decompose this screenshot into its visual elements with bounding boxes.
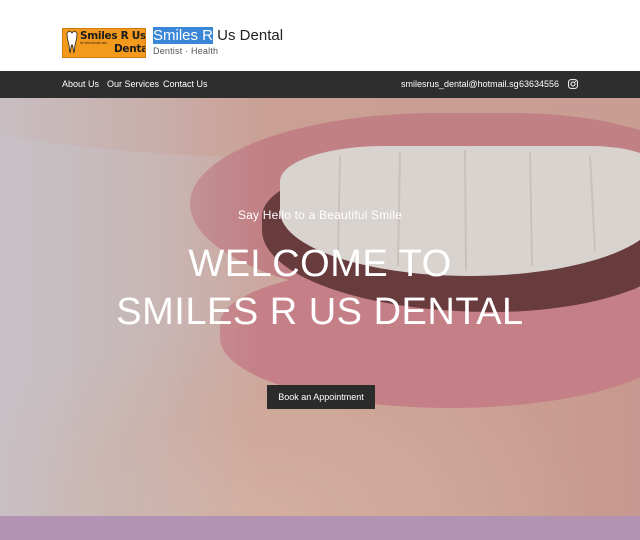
nav-item-about-us[interactable]: About Us (62, 79, 99, 89)
site-tagline: Dentist · Health (153, 46, 219, 56)
hero-title-line-2: SMILES R US DENTAL (116, 291, 524, 333)
logo-text-small: for total dental care (80, 41, 108, 45)
site-title-rest: Us Dental (213, 27, 284, 44)
nav-item-contact-us[interactable]: Contact Us (163, 79, 208, 89)
nav-email-link[interactable]: smilesrus_dental@hotmail.sg (401, 79, 519, 89)
nav-item-our-services[interactable]: Our Services (107, 79, 159, 89)
book-appointment-button[interactable]: Book an Appointment (267, 385, 375, 409)
tooth-icon (66, 31, 78, 54)
nav-bar: About Us Our Services Contact Us smilesr… (0, 71, 640, 98)
hero-title-line-1: WELCOME TO (188, 243, 452, 285)
nav-phone-link[interactable]: 63634556 (519, 79, 559, 89)
hero-title: WELCOME TO SMILES R US DENTAL (0, 240, 640, 336)
site-title[interactable]: Smiles R Us Dental (153, 26, 283, 46)
site-header: Smiles R Us for total dental care Dental… (0, 0, 640, 71)
site-logo[interactable]: Smiles R Us for total dental care Dental (62, 28, 146, 58)
hero-section: Say Hello to a Beautiful Smile WELCOME T… (0, 98, 640, 516)
instagram-icon[interactable] (568, 79, 578, 89)
hero-subtitle: Say Hello to a Beautiful Smile (237, 208, 403, 222)
logo-text-bottom: Dental (114, 43, 145, 55)
site-title-highlight: Smiles R (153, 27, 214, 44)
section-divider-band (0, 516, 640, 540)
